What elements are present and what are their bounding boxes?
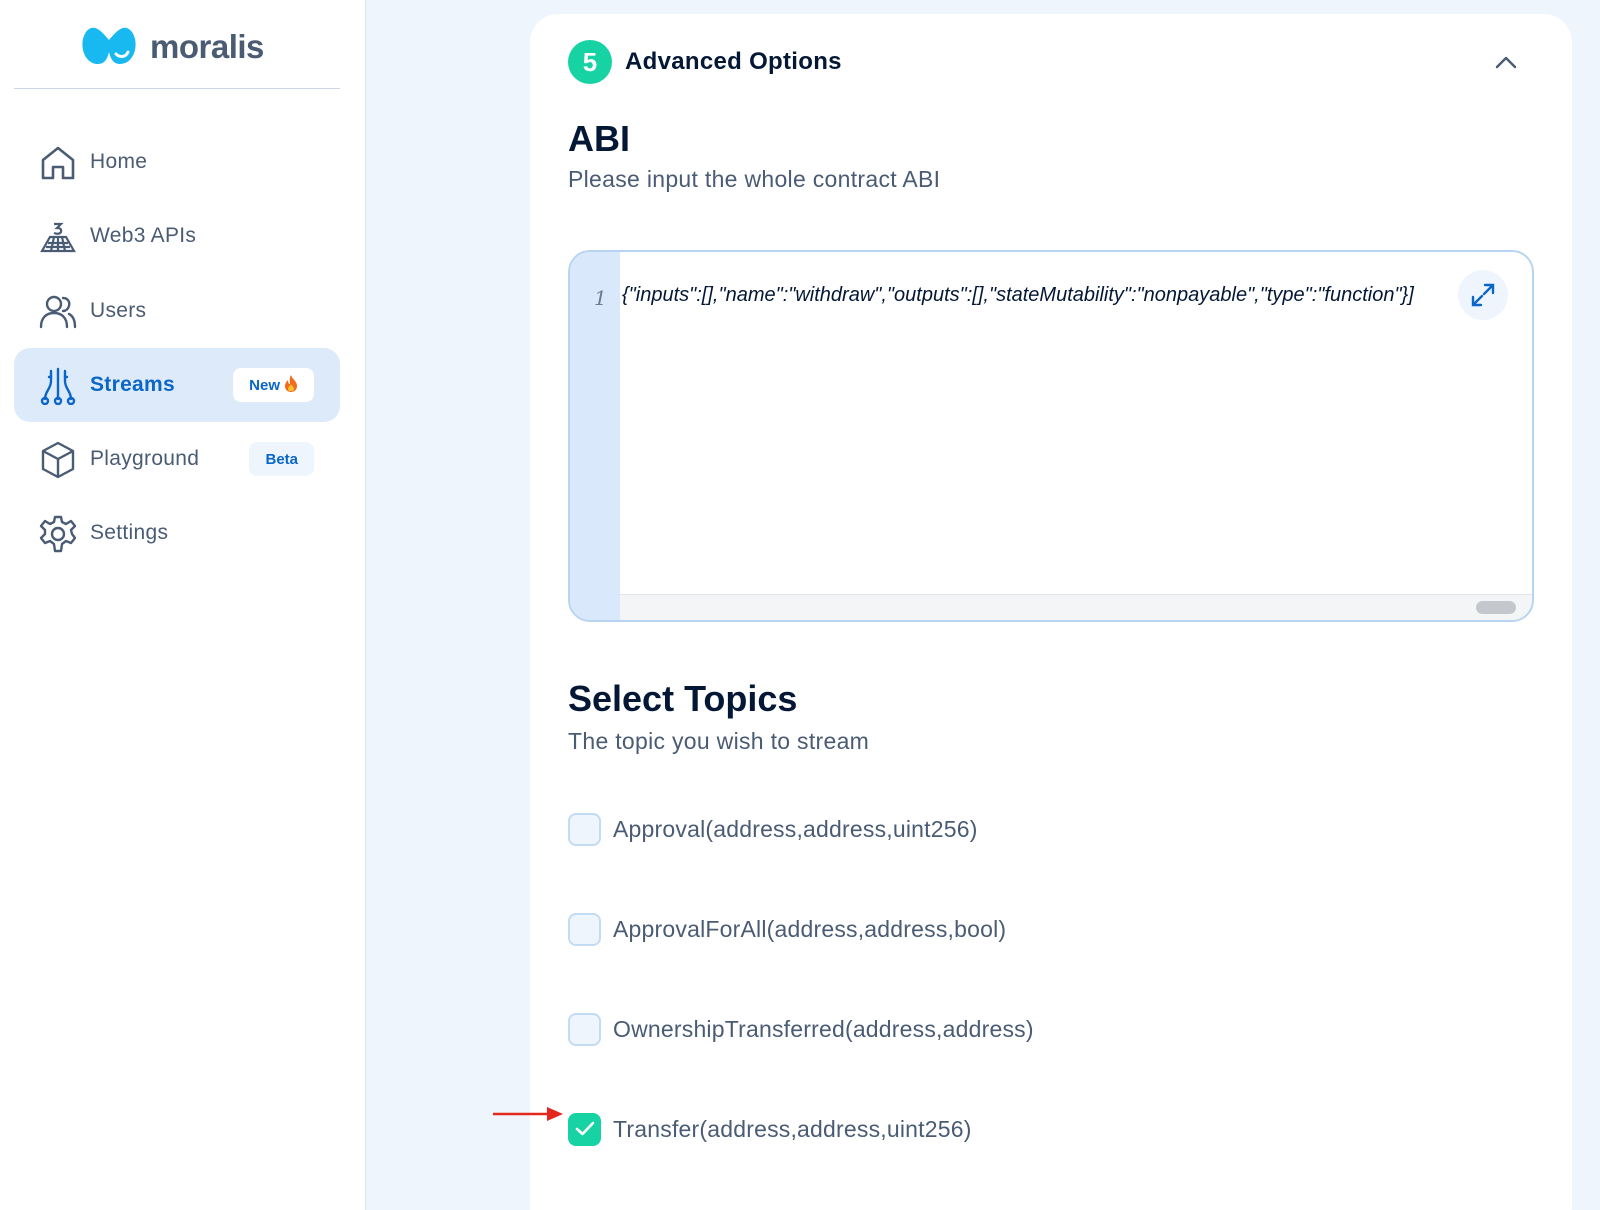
beta-badge: Beta bbox=[249, 442, 314, 476]
home-icon bbox=[38, 143, 78, 183]
logo-divider bbox=[14, 88, 340, 89]
checkmark-icon bbox=[575, 1121, 594, 1136]
topic-checkbox[interactable] bbox=[568, 912, 601, 946]
sidebar-item-settings[interactable]: Settings bbox=[14, 496, 340, 570]
sidebar-item-playground[interactable]: Playground Beta bbox=[14, 422, 340, 496]
cube-icon bbox=[38, 440, 78, 480]
abi-code-editor[interactable]: 1 {"inputs":[],"name":"withdraw","output… bbox=[568, 250, 1534, 622]
chevron-up-icon bbox=[1495, 56, 1517, 69]
sidebar: moralis Home Web3 APIs Users Streams New bbox=[0, 0, 366, 1210]
gear-icon bbox=[38, 514, 78, 554]
code-line[interactable]: {"inputs":[],"name":"withdraw","outputs"… bbox=[622, 284, 1530, 307]
section-title: Advanced Options bbox=[625, 48, 842, 75]
users-icon bbox=[38, 292, 78, 332]
sidebar-item-users[interactable]: Users bbox=[14, 274, 340, 348]
step-number: 5 bbox=[568, 40, 612, 84]
expand-editor-button[interactable] bbox=[1458, 270, 1508, 320]
moralis-logo[interactable]: moralis bbox=[80, 24, 264, 70]
sidebar-item-label: Users bbox=[90, 299, 147, 322]
sidebar-item-label: Playground bbox=[90, 447, 200, 470]
advanced-options-card: 5 Advanced Options ABI Please input the … bbox=[530, 14, 1572, 1210]
topic-label: Transfer(address,address,uint256) bbox=[613, 1115, 972, 1142]
sidebar-item-label: Home bbox=[90, 150, 148, 173]
sidebar-item-label: Settings bbox=[90, 521, 169, 544]
sidebar-item-streams[interactable]: Streams New bbox=[14, 348, 340, 422]
line-number: 1 bbox=[594, 286, 607, 310]
sidebar-item-label: Streams bbox=[90, 373, 175, 396]
badge-label: New bbox=[249, 376, 280, 394]
abi-subtitle: Please input the whole contract ABI bbox=[568, 166, 941, 192]
topic-label: ApprovalForAll(address,address,bool) bbox=[613, 915, 1007, 942]
topic-checkbox[interactable] bbox=[568, 812, 601, 846]
expand-icon bbox=[1471, 283, 1495, 307]
topic-approval[interactable]: Approval(address,address,uint256) bbox=[568, 811, 978, 847]
topic-checkbox-checked[interactable] bbox=[568, 1112, 601, 1146]
fire-icon bbox=[284, 374, 298, 396]
topic-checkbox[interactable] bbox=[568, 1012, 601, 1046]
topic-ownership-transferred[interactable]: OwnershipTransferred(address,address) bbox=[568, 1011, 1034, 1047]
web3-apis-icon bbox=[38, 217, 78, 257]
brand-name: moralis bbox=[150, 28, 264, 65]
sidebar-item-web3-apis[interactable]: Web3 APIs bbox=[14, 199, 340, 273]
topic-label: Approval(address,address,uint256) bbox=[613, 815, 978, 842]
sidebar-item-label: Web3 APIs bbox=[90, 224, 197, 247]
streams-icon bbox=[38, 366, 78, 406]
editor-gutter: 1 bbox=[570, 252, 620, 620]
collapse-button[interactable] bbox=[1492, 50, 1520, 74]
topic-approval-for-all[interactable]: ApprovalForAll(address,address,bool) bbox=[568, 911, 1006, 947]
new-badge: New bbox=[233, 368, 314, 402]
abi-heading: ABI bbox=[568, 118, 630, 159]
topics-heading: Select Topics bbox=[568, 678, 798, 719]
moralis-logo-icon bbox=[82, 27, 136, 64]
horizontal-scrollbar[interactable] bbox=[620, 594, 1532, 620]
topic-transfer[interactable]: Transfer(address,address,uint256) bbox=[568, 1111, 972, 1147]
annotation-arrow-icon bbox=[493, 1107, 563, 1121]
topics-subtitle: The topic you wish to stream bbox=[568, 728, 870, 754]
topic-label: OwnershipTransferred(address,address) bbox=[613, 1015, 1034, 1042]
scrollbar-thumb[interactable] bbox=[1476, 601, 1516, 614]
sidebar-item-home[interactable]: Home bbox=[14, 125, 340, 199]
